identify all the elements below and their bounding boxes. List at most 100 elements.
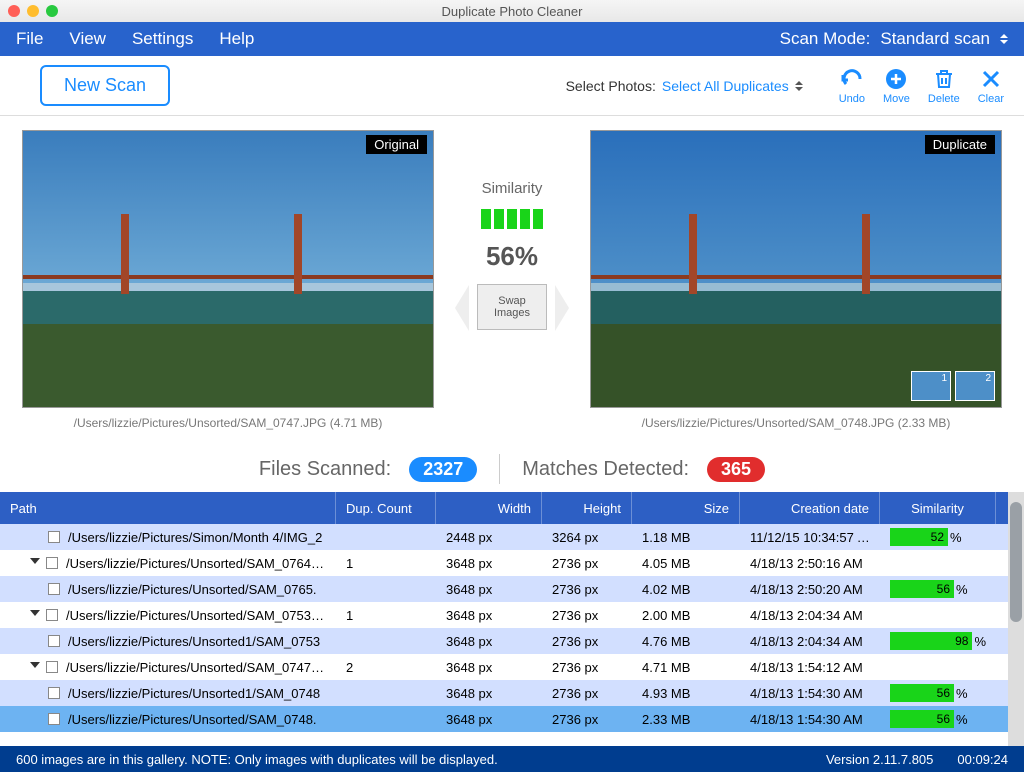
cell-size: 1.18 MB: [632, 530, 740, 545]
col-dup-count[interactable]: Dup. Count: [336, 492, 436, 524]
table-row[interactable]: /Users/lizzie/Pictures/Unsorted/SAM_0747…: [0, 654, 1008, 680]
menu-help[interactable]: Help: [219, 29, 254, 49]
original-path: /Users/lizzie/Pictures/Unsorted/SAM_0747…: [74, 416, 383, 430]
duplicate-image[interactable]: Duplicate 1 2: [590, 130, 1002, 408]
image-detail: [591, 275, 1001, 279]
checkbox[interactable]: [48, 687, 60, 699]
cell-similarity: 56%: [880, 580, 996, 598]
table-row[interactable]: /Users/lizzie/Pictures/Unsorted/SAM_0748…: [0, 706, 1008, 732]
checkbox[interactable]: [46, 557, 58, 569]
version-label: Version 2.11.7.805: [826, 752, 933, 767]
original-image[interactable]: Original: [22, 130, 434, 408]
matches-detected-value: 365: [707, 457, 765, 482]
minimize-icon[interactable]: [27, 5, 39, 17]
duplicate-column: Duplicate 1 2 /Users/lizzie/Pictures/Uns…: [590, 130, 1002, 430]
status-bar: 600 images are in this gallery. NOTE: On…: [0, 746, 1024, 772]
scan-mode-value: Standard scan: [880, 29, 990, 49]
disclosure-triangle-icon[interactable]: [30, 558, 40, 569]
status-right: Version 2.11.7.805 00:09:24: [826, 752, 1008, 767]
disclosure-triangle-icon[interactable]: [30, 662, 40, 673]
col-path[interactable]: Path: [0, 492, 336, 524]
cell-height: 2736 px: [542, 660, 632, 675]
titlebar: Duplicate Photo Cleaner: [0, 0, 1024, 22]
menu-file[interactable]: File: [16, 29, 43, 49]
checkbox[interactable]: [48, 531, 60, 543]
cell-dup-count: 1: [336, 556, 436, 571]
select-photos-dropdown[interactable]: Select Photos: Select All Duplicates: [566, 77, 803, 95]
zoom-icon[interactable]: [46, 5, 58, 17]
x-icon: [979, 67, 1003, 91]
cell-path: /Users/lizzie/Pictures/Unsorted1/SAM_074…: [68, 686, 320, 701]
cell-height: 2736 px: [542, 608, 632, 623]
files-scanned-value: 2327: [409, 457, 477, 482]
files-scanned-label: Files Scanned:: [259, 458, 391, 481]
results-table-wrap: Path Dup. Count Width Height Size Creati…: [0, 492, 1024, 746]
checkbox[interactable]: [48, 713, 60, 725]
move-label: Move: [883, 93, 910, 105]
col-width[interactable]: Width: [436, 492, 542, 524]
matches-detected-label: Matches Detected:: [522, 458, 689, 481]
swap-images-button[interactable]: Swap Images: [477, 284, 547, 330]
clear-button[interactable]: Clear: [978, 67, 1004, 105]
trash-icon: [932, 67, 956, 91]
delete-button[interactable]: Delete: [928, 67, 960, 105]
action-buttons: Undo Move Delete Clear: [839, 67, 1004, 105]
preview-panel: Original /Users/lizzie/Pictures/Unsorted…: [0, 116, 1024, 446]
cell-size: 4.71 MB: [632, 660, 740, 675]
stats-bar: Files Scanned: 2327 Matches Detected: 36…: [0, 446, 1024, 492]
menu-settings[interactable]: Settings: [132, 29, 193, 49]
menu-view[interactable]: View: [69, 29, 106, 49]
toolbar-right: Select Photos: Select All Duplicates Und…: [566, 67, 1004, 105]
swap-label-1: Swap: [498, 295, 526, 307]
toolbar: New Scan Select Photos: Select All Dupli…: [0, 56, 1024, 116]
thumbnail-strip: 1 2: [911, 371, 995, 401]
select-photos-label: Select Photos:: [566, 78, 656, 94]
table-row[interactable]: /Users/lizzie/Pictures/Unsorted/SAM_0753…: [0, 602, 1008, 628]
cell-date: 4/18/13 2:04:34 AM: [740, 608, 880, 623]
table-row[interactable]: /Users/lizzie/Pictures/Unsorted1/SAM_074…: [0, 680, 1008, 706]
checkbox[interactable]: [46, 609, 58, 621]
cell-similarity: 52%: [880, 528, 996, 546]
delete-label: Delete: [928, 93, 960, 105]
table-row[interactable]: /Users/lizzie/Pictures/Unsorted1/SAM_075…: [0, 628, 1008, 654]
cell-path: /Users/lizzie/Pictures/Unsorted1/SAM_075…: [68, 634, 320, 649]
cell-path: /Users/lizzie/Pictures/Unsorted/SAM_0753…: [66, 608, 326, 623]
move-button[interactable]: Move: [883, 67, 910, 105]
elapsed-timer: 00:09:24: [957, 752, 1008, 767]
thumbnail-2[interactable]: 2: [955, 371, 995, 401]
new-scan-button[interactable]: New Scan: [40, 65, 170, 106]
image-detail: [689, 214, 697, 294]
undo-label: Undo: [839, 93, 865, 105]
col-size[interactable]: Size: [632, 492, 740, 524]
col-similarity[interactable]: Similarity: [880, 492, 996, 524]
checkbox[interactable]: [46, 661, 58, 673]
scrollbar-track[interactable]: [1008, 492, 1024, 746]
swap-label-2: Images: [494, 307, 530, 319]
cell-date: 4/18/13 1:54:30 AM: [740, 712, 880, 727]
checkbox[interactable]: [48, 635, 60, 647]
duplicate-badge: Duplicate: [925, 135, 995, 154]
scan-mode-selector[interactable]: Scan Mode: Standard scan: [780, 29, 1008, 49]
col-height[interactable]: Height: [542, 492, 632, 524]
cell-date: 4/18/13 2:50:20 AM: [740, 582, 880, 597]
checkbox[interactable]: [48, 583, 60, 595]
scrollbar-thumb[interactable]: [1010, 502, 1022, 622]
cell-date: 4/18/13 2:50:16 AM: [740, 556, 880, 571]
disclosure-triangle-icon[interactable]: [30, 610, 40, 621]
undo-button[interactable]: Undo: [839, 67, 865, 105]
table-row[interactable]: /Users/lizzie/Pictures/Unsorted/SAM_0764…: [0, 550, 1008, 576]
thumbnail-1[interactable]: 1: [911, 371, 951, 401]
similarity-bars: [481, 209, 543, 229]
cell-path: /Users/lizzie/Pictures/Unsorted/SAM_0764…: [66, 556, 326, 571]
image-detail: [121, 214, 129, 294]
cell-width: 3648 px: [436, 686, 542, 701]
original-badge: Original: [366, 135, 427, 154]
cell-width: 3648 px: [436, 634, 542, 649]
cell-size: 4.93 MB: [632, 686, 740, 701]
close-icon[interactable]: [8, 5, 20, 17]
menubar: File View Settings Help Scan Mode: Stand…: [0, 22, 1024, 56]
table-row[interactable]: /Users/lizzie/Pictures/Simon/Month 4/IMG…: [0, 524, 1008, 550]
col-date[interactable]: Creation date: [740, 492, 880, 524]
table-row[interactable]: /Users/lizzie/Pictures/Unsorted/SAM_0765…: [0, 576, 1008, 602]
original-column: Original /Users/lizzie/Pictures/Unsorted…: [22, 130, 434, 430]
